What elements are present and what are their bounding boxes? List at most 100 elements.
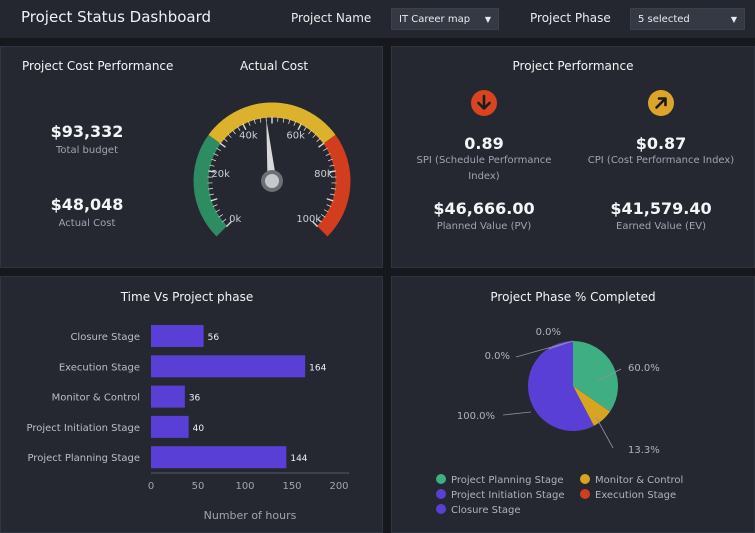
legend-swatch [436,474,446,484]
bar-value-label: 144 [290,454,307,464]
project-name-value: IT Career map [399,14,471,25]
gauge-tick [222,218,227,223]
bar [151,446,287,469]
category-label: Closure Stage [70,332,140,343]
bar [151,385,185,408]
gauge-tick [242,123,247,131]
chevron-down-icon: ▼ [730,15,737,24]
gauge-tick [219,142,226,148]
project-phase-select[interactable]: 5 selected ▼ [630,8,745,30]
gauge-tick [227,133,232,138]
cost-performance-panel: Project Cost Performance Actual Cost $93… [0,46,383,268]
x-tick-label: 0 [148,481,154,492]
time-vs-phase-bar-chart: Closure Stage 56 Execution Stage 164 Monitor… [26,325,349,522]
actual-cost-gauge: 0k 20k 40k 60k 80k 100k [193,102,351,237]
gauge-tick [318,142,325,148]
pie-value-label: 13.3% [628,445,660,456]
pie-value-label: 100.0% [457,411,495,422]
legend-swatch [436,489,446,499]
pie-leader-line [502,411,532,416]
category-label: Monitor & Control [52,393,140,404]
gauge-tick-label: 80k [314,169,333,180]
gauge-tick [320,214,326,218]
gauge-hub-center [265,174,279,188]
gauge-tick [212,204,218,207]
gauge-tick [223,138,228,142]
bar [151,415,189,438]
x-tick-label: 200 [329,481,348,492]
chevron-down-icon: ▼ [484,15,491,24]
gauge-red-band [316,134,351,237]
phase-completed-pie-chart: 60.0% 13.3% 100.0% 0.0% 0.0% Project Plannin… [436,327,683,516]
cost-panel-title: Project Cost Performance [22,59,174,73]
bar-value-label: 56 [208,333,220,343]
legend-label: Monitor & Control [595,475,683,486]
legend-label: Closure Stage [451,505,521,516]
gauge-tick-label: 100k [296,214,321,225]
gauge-tick [323,147,328,152]
gauge-tick-label: 60k [286,131,305,142]
earned-value-label: Earned Value (EV) [616,221,706,232]
planned-value-label: Planned Value (PV) [436,221,532,232]
actual-cost-label: Actual Cost [58,218,116,229]
legend-label: Project Initiation Stage [451,490,565,501]
gauge-green-band [193,134,228,237]
gauge-tick-label: 40k [239,131,258,142]
gauge-tick [210,198,218,202]
pie-value-label: 0.0% [536,327,561,338]
earned-value-value: $41,579.40 [610,199,712,218]
gauge-tick [216,147,221,152]
x-tick-label: 150 [282,481,301,492]
gauge-tick [316,138,321,142]
spi-label: SPI (Schedule Performance Index) [416,155,552,181]
gauge-tick [293,120,297,126]
category-label: Project Planning Stage [27,453,140,464]
bar-value-label: 36 [189,394,201,404]
gauge-tick [215,209,221,213]
pie-leader-line [595,416,614,449]
project-name-label: Project Name [291,11,372,25]
project-performance-panel: Project Performance 0.89 SPI (Schedule P… [391,46,755,268]
pie-value-label: 0.0% [485,351,510,362]
cpi-value: $0.87 [635,134,687,153]
legend-swatch [580,474,590,484]
gauge-tick-label: 20k [211,169,230,180]
cpi-label: CPI (Cost Performance Index) [587,155,735,166]
gauge-tick [326,198,334,202]
pie-value-label: 60.0% [628,363,660,374]
bar [151,325,204,347]
performance-panel-title: Project Performance [512,59,634,73]
x-tick-label: 50 [192,481,205,492]
project-name-select[interactable]: IT Career map ▼ [391,8,499,30]
category-label: Project Initiation Stage [26,423,140,434]
x-tick-label: 100 [235,481,254,492]
gauge-tick [232,129,236,135]
gauge-tick [323,209,329,213]
project-phase-label: Project Phase [530,11,611,25]
bar-value-label: 40 [193,424,205,434]
arrow-up-right-icon [648,90,674,116]
legend-label: Project Planning Stage [451,475,564,486]
gauge-tick [326,204,332,207]
planned-value-value: $46,666.00 [433,199,535,218]
total-budget-label: Total budget [56,145,118,156]
actual-cost-value: $48,048 [50,195,124,214]
gauge-title: Actual Cost [240,59,309,73]
spi-value: 0.89 [464,134,504,153]
gauge-tick [218,214,224,218]
project-phase-value: 5 selected [638,14,690,25]
legend-label: Execution Stage [595,490,676,501]
legend-swatch [580,489,590,499]
phase-completed-panel: Project Phase % Completed 60.0% 13.3% 100.… [391,276,755,533]
bar-value-label: 164 [309,363,326,373]
top-bar: Project Status Dashboard Project Name IT… [0,0,755,38]
gauge-tick [312,133,317,138]
bar [151,355,306,378]
gauge-tick [325,153,331,157]
gauge-tick [247,120,251,126]
x-axis-label: Number of hours [204,509,297,522]
gauge-tick-label: 0k [229,214,241,225]
gauge-tick [327,158,333,162]
legend-swatch [436,504,446,514]
total-budget-value: $93,332 [50,122,124,141]
